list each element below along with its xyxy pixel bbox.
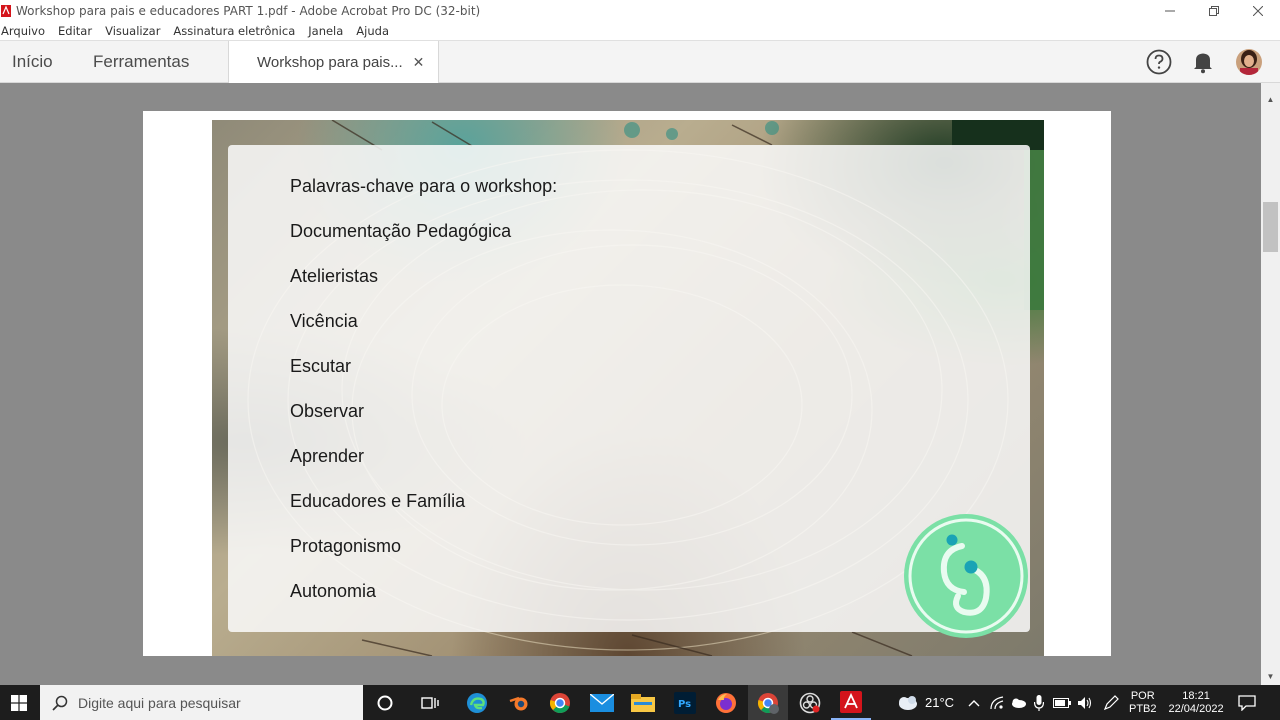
keyword-item: Documentação Pedagógica: [290, 221, 512, 241]
photoshop-icon[interactable]: Ps: [665, 685, 705, 720]
menu-ajuda[interactable]: Ajuda: [356, 24, 389, 38]
scroll-up-icon[interactable]: ▲: [1261, 91, 1280, 108]
search-placeholder: Digite aqui para pesquisar: [78, 694, 241, 711]
window-title: Workshop para pais e educadores PART 1.p…: [16, 3, 481, 18]
menu-bar: Arquivo Editar Visualizar Assinatura ele…: [0, 21, 1280, 40]
obs-recorder-icon[interactable]: [790, 685, 830, 720]
title-bar: Workshop para pais e educadores PART 1.p…: [0, 0, 1280, 21]
input-language[interactable]: POR PTB2: [1129, 690, 1157, 716]
network-icon[interactable]: [990, 695, 1004, 710]
chrome-icon[interactable]: [540, 685, 580, 720]
minimize-icon[interactable]: [1148, 0, 1192, 21]
pdf-page: Palavras-chave para o workshop: Document…: [143, 111, 1111, 656]
scrollbar-thumb[interactable]: [1263, 202, 1278, 252]
search-icon: [52, 695, 68, 711]
keyword-item: Observar: [290, 401, 365, 421]
edge-icon[interactable]: [457, 685, 497, 720]
brand-logo: [904, 514, 1028, 638]
cortana-icon[interactable]: [365, 685, 405, 720]
acrobat-taskbar-icon[interactable]: [831, 685, 871, 720]
file-explorer-icon[interactable]: [623, 685, 663, 720]
tab-home[interactable]: Início: [12, 41, 53, 83]
menu-arquivo[interactable]: Arquivo: [1, 24, 45, 38]
keyword-item: Protagonismo: [290, 536, 402, 556]
keyboard-layout: PTB2: [1129, 702, 1157, 715]
tab-document[interactable]: Workshop para pais... ✕: [228, 41, 439, 84]
user-avatar[interactable]: [1236, 49, 1262, 75]
slide: Palavras-chave para o workshop: Document…: [212, 120, 1044, 656]
cloud-weather-icon: [896, 695, 918, 711]
notifications-bell-icon[interactable]: [1192, 50, 1214, 74]
keyword-item: Vicência: [290, 311, 358, 331]
acrobat-app-icon: [1, 4, 11, 17]
tab-bar-actions: [1146, 41, 1280, 83]
menu-assinatura[interactable]: Assinatura eletrônica: [173, 24, 295, 38]
taskbar-search-input[interactable]: Digite aqui para pesquisar: [40, 685, 363, 720]
task-view-icon[interactable]: [410, 685, 450, 720]
firefox-icon[interactable]: [706, 685, 746, 720]
menu-visualizar[interactable]: Visualizar: [105, 24, 160, 38]
tab-document-label: Workshop para pais...: [257, 54, 403, 71]
clock-time: 18:21: [1182, 689, 1210, 702]
restore-icon[interactable]: [1192, 0, 1236, 21]
pen-workspace-icon[interactable]: [1103, 694, 1119, 711]
menu-editar[interactable]: Editar: [58, 24, 92, 38]
tray-chevron-up-icon[interactable]: [968, 699, 980, 707]
close-window-icon[interactable]: [1236, 0, 1280, 21]
mail-icon[interactable]: [582, 685, 622, 720]
tab-tools[interactable]: Ferramentas: [93, 41, 189, 83]
document-viewer[interactable]: Palavras-chave para o workshop: Document…: [0, 83, 1261, 685]
system-tray: POR PTB2 18:21 22/04/2022: [968, 685, 1256, 720]
menu-janela[interactable]: Janela: [308, 24, 343, 38]
blender-icon[interactable]: [499, 685, 539, 720]
scroll-down-icon[interactable]: ▼: [1261, 668, 1280, 685]
keyword-item: Escutar: [290, 356, 352, 376]
battery-icon[interactable]: [1053, 697, 1071, 708]
close-tab-icon[interactable]: ✕: [413, 54, 425, 71]
slide-title: Palavras-chave para o workshop:: [290, 176, 558, 196]
clock-date: 22/04/2022: [1168, 702, 1224, 715]
help-icon[interactable]: [1146, 49, 1172, 75]
svg-text:Ps: Ps: [678, 699, 691, 710]
language-code: POR: [1130, 689, 1155, 702]
taskbar: Digite aqui para pesquisar Ps 21°C POR P…: [0, 685, 1280, 720]
windows-start-icon[interactable]: [0, 685, 38, 720]
keyword-item: Atelieristas: [290, 266, 379, 286]
notification-center-icon[interactable]: [1237, 694, 1256, 711]
window-controls: [1148, 0, 1280, 21]
clock[interactable]: 18:21 22/04/2022: [1169, 690, 1224, 716]
volume-icon[interactable]: [1077, 696, 1093, 710]
microphone-icon[interactable]: [1034, 694, 1044, 711]
weather-temperature: 21°C: [925, 695, 955, 710]
keyword-item: Aprender: [290, 446, 365, 466]
keyword-item: Autonomia: [290, 581, 377, 601]
onedrive-cloud-icon[interactable]: [1010, 698, 1026, 708]
keyword-item: Educadores e Família: [290, 491, 466, 511]
chrome-profile-icon[interactable]: [748, 685, 788, 720]
vertical-scrollbar[interactable]: ▲ ▼: [1261, 83, 1280, 685]
weather-widget[interactable]: 21°C: [896, 685, 954, 720]
tab-bar: Início Ferramentas Workshop para pais...…: [0, 40, 1280, 84]
